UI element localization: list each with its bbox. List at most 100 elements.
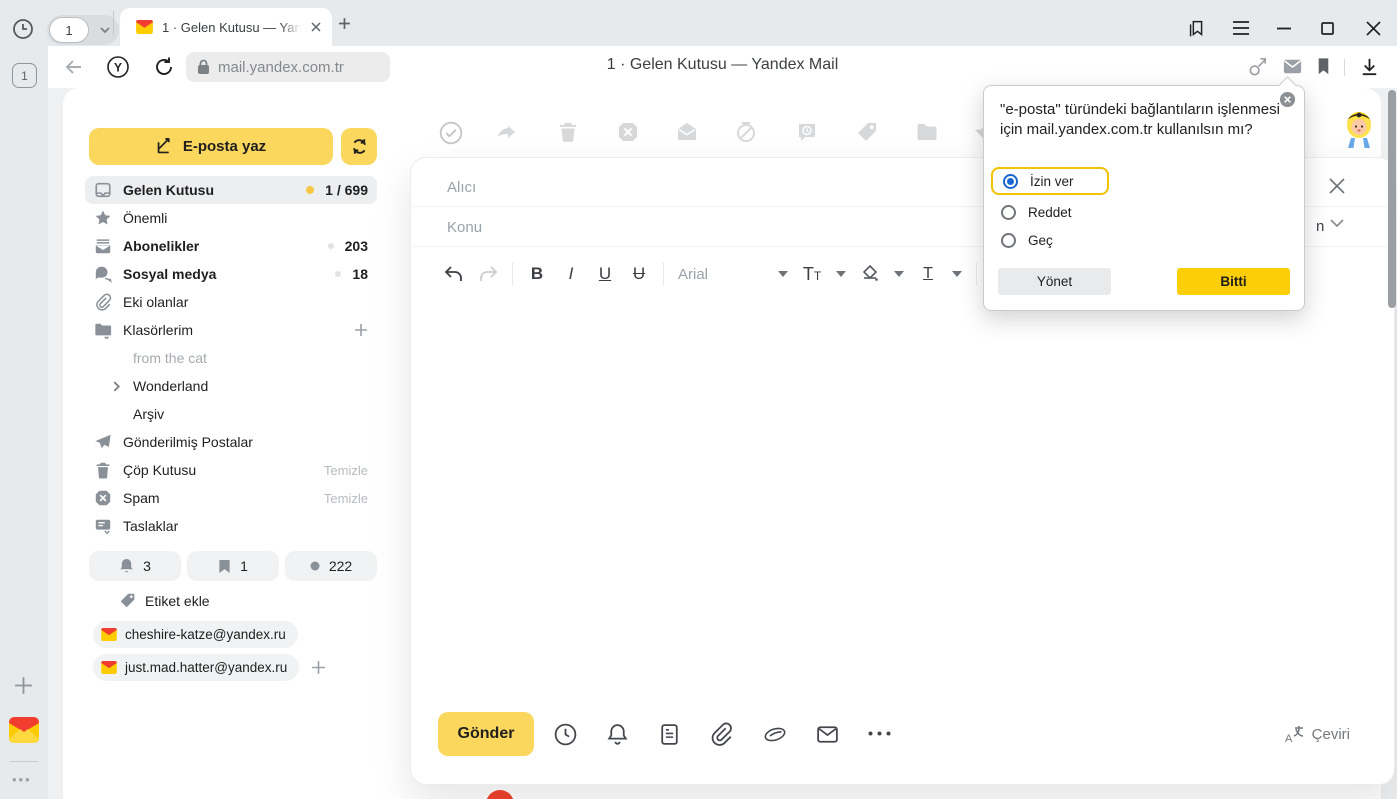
account-chip[interactable]: just.mad.hatter@yandex.ru [93,654,299,681]
svg-text:A: A [1285,733,1293,744]
forward-icon[interactable] [495,120,519,144]
more-icon[interactable]: ••• [12,772,32,787]
manage-button[interactable]: Yönet [998,268,1111,295]
close-window-icon[interactable] [1366,21,1381,36]
italic-button[interactable]: I [561,264,581,284]
underline-button[interactable]: U [595,264,615,284]
folder-from-the-cat[interactable]: from the cat [85,344,377,372]
notify-icon[interactable] [605,722,630,747]
account-chip[interactable]: cheshire-katze@yandex.ru [93,621,298,648]
compose-email-button[interactable]: E-posta yaz [89,128,333,165]
yandex-mail-app-icon[interactable] [9,717,39,743]
attach-from-mail-icon[interactable] [815,722,840,747]
user-avatar[interactable] [1341,110,1377,150]
bookmark-icon[interactable] [1312,55,1335,78]
chevron-right-icon[interactable] [111,381,122,392]
maximize-icon[interactable] [1321,22,1334,35]
back-icon[interactable] [62,55,86,79]
close-compose-icon[interactable] [1326,175,1348,197]
folder-important[interactable]: Önemli [85,204,377,232]
more-options-icon[interactable] [867,730,892,737]
subscriptions-icon [94,237,112,255]
new-tab-icon[interactable] [338,17,351,30]
option-deny[interactable]: Reddet [991,198,1082,226]
folder-my-folders[interactable]: Klasörlerim [85,316,377,344]
attach-file-icon[interactable] [709,722,734,747]
saved-chip[interactable]: 1 [187,551,279,581]
template-icon[interactable] [657,722,682,747]
remind-icon[interactable] [795,120,819,144]
folder-sent[interactable]: Gönderilmiş Postalar [85,428,377,456]
folder-attachments[interactable]: Eki olanlar [85,288,377,316]
url-text[interactable]: mail.yandex.com.tr [218,59,344,76]
folder-archive[interactable]: Arşiv [85,400,377,428]
radio-unselected[interactable] [1001,233,1016,248]
tab-counter[interactable]: 1 [12,63,37,88]
reload-icon[interactable] [152,55,176,79]
folder-drafts[interactable]: Taslaklar [85,512,377,540]
folder-spam[interactable]: Spam Temizle [85,484,377,512]
text-color-button[interactable]: T [918,265,938,283]
move-to-folder-icon[interactable] [915,120,939,144]
folder-subscriptions[interactable]: Abonelikler 203 [85,232,377,260]
refresh-mail-button[interactable] [341,128,377,165]
browser-tab[interactable]: 1 · Gelen Kutusu — Yand [120,8,332,46]
radio-selected[interactable] [1003,174,1018,189]
lock-icon[interactable] [196,59,211,75]
delete-icon[interactable] [556,120,580,144]
mark-read-icon[interactable] [675,120,699,144]
tab-group-pill[interactable]: 1 [47,15,119,45]
divider [113,11,114,35]
mail-panel-icon[interactable] [1281,55,1304,78]
strikethrough-button[interactable]: U [629,264,649,284]
empty-trash-action[interactable]: Temizle [324,463,368,478]
chevron-down-icon[interactable] [952,271,962,278]
tab-group-count[interactable]: 1 [49,17,89,43]
select-all-icon[interactable] [438,120,464,146]
redo-icon[interactable] [478,265,498,283]
share-icon[interactable] [1247,55,1270,78]
collapse-compose-icon[interactable] [1329,218,1345,228]
download-icon[interactable] [1358,55,1381,78]
font-family-select[interactable]: Arial [678,266,764,283]
bold-button[interactable]: B [527,264,547,284]
minimize-icon[interactable] [1277,27,1291,30]
tab-close-icon[interactable] [310,21,322,33]
bookmarks-panel-icon[interactable] [1186,18,1208,40]
chevron-down-icon[interactable] [836,271,846,278]
folder-trash[interactable]: Çöp Kutusu Temizle [85,456,377,484]
font-size-button[interactable]: TT [802,264,822,285]
folder-wonderland[interactable]: Wonderland [85,372,377,400]
option-allow[interactable]: İzin ver [991,167,1109,195]
menu-icon[interactable] [1232,21,1250,35]
folder-inbox[interactable]: Gelen Kutusu 1 / 699 [85,176,377,204]
address-bar[interactable]: mail.yandex.com.tr [186,52,390,82]
done-button[interactable]: Bitti [1177,268,1290,295]
option-skip[interactable]: Geç [991,226,1063,254]
folder-social[interactable]: Sosyal medya 18 [85,260,377,288]
label-icon[interactable] [855,120,879,144]
chevron-down-icon[interactable] [894,271,904,278]
snooze-icon[interactable] [734,120,758,144]
yandex-browser-icon[interactable]: Y [106,55,130,79]
schedule-send-icon[interactable] [553,722,578,747]
history-icon[interactable] [11,17,35,41]
empty-spam-action[interactable]: Temizle [324,491,368,506]
translate-button[interactable]: A Çeviri [1284,724,1350,744]
chat-bubbles-icon [94,265,112,283]
send-button[interactable]: Gönder [438,712,534,756]
mark-spam-icon[interactable] [616,120,640,144]
chevron-down-icon[interactable] [778,271,788,278]
add-account-icon[interactable] [311,660,326,675]
unread-chip[interactable]: 222 [285,551,377,581]
highlight-color-icon[interactable] [860,264,880,284]
add-panel-icon[interactable] [13,675,34,696]
reminders-chip[interactable]: 3 [89,551,181,581]
radio-unselected[interactable] [1001,205,1016,220]
add-folder-icon[interactable] [354,323,368,337]
add-label-button[interactable]: Etiket ekle [119,592,210,609]
scrollbar-thumb[interactable] [1388,90,1396,308]
undo-icon[interactable] [444,265,464,283]
chevron-down-icon[interactable] [91,24,119,36]
attach-from-disk-icon[interactable] [762,722,788,747]
